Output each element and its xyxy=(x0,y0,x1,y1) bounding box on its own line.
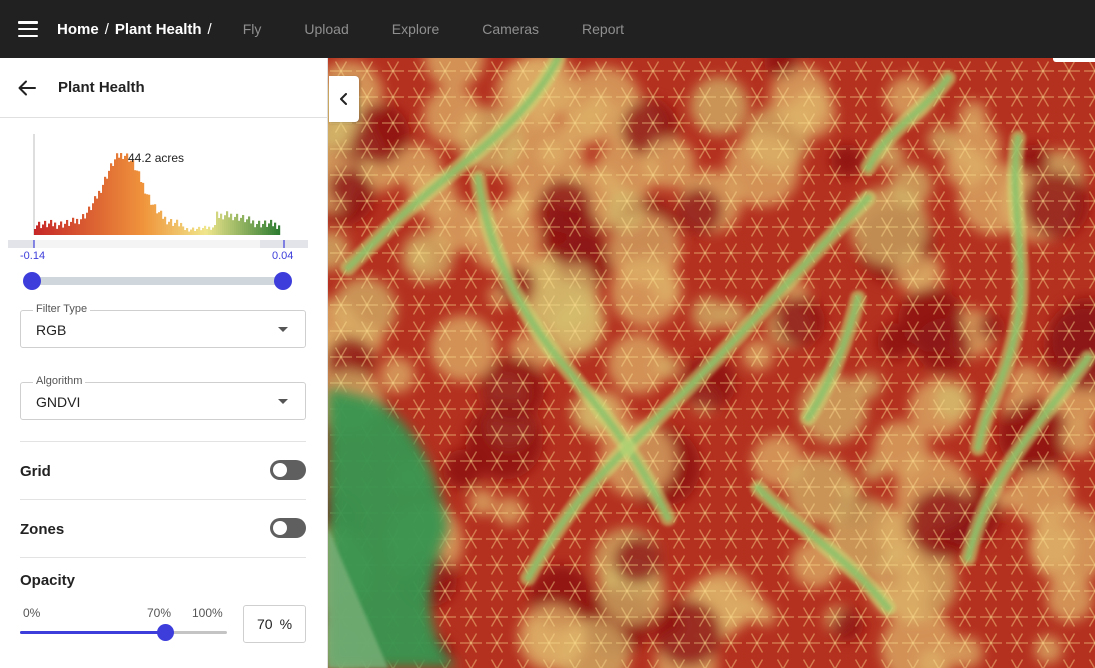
chevron-left-icon xyxy=(340,93,347,105)
nav-cameras[interactable]: Cameras xyxy=(482,21,539,37)
breadcrumb-home[interactable]: Home xyxy=(57,21,99,38)
filter-type-label: Filter Type xyxy=(33,303,91,315)
plant-health-panel: Plant Health 44.2 acres-0.100 -0.14 0.04… xyxy=(0,58,328,668)
plant-health-map[interactable] xyxy=(328,58,1095,668)
opacity-max-label: 100% xyxy=(192,606,223,620)
grid-toggle[interactable] xyxy=(270,460,306,480)
nav-explore[interactable]: Explore xyxy=(392,21,439,37)
filter-type-select[interactable]: Filter Type RGB xyxy=(20,303,306,348)
histogram-annotation: 44.2 acres xyxy=(128,151,184,165)
top-app-bar: Home / Plant Health / Fly Upload Explore… xyxy=(0,0,1095,58)
ndvi-raster-overlay xyxy=(328,58,1095,668)
algorithm-value: GNDVI xyxy=(36,394,81,410)
opacity-slider-fill xyxy=(20,631,165,634)
divider xyxy=(20,499,306,500)
histogram-chart: 44.2 acres-0.100 xyxy=(8,134,308,248)
zones-toggle[interactable] xyxy=(270,518,306,538)
main-nav: Fly Upload Explore Cameras Report xyxy=(243,21,667,37)
filter-type-value: RGB xyxy=(36,322,67,338)
nav-upload[interactable]: Upload xyxy=(304,21,348,37)
nav-fly[interactable]: Fly xyxy=(243,21,262,37)
zones-label: Zones xyxy=(20,521,65,538)
collapse-panel-button[interactable] xyxy=(329,76,359,122)
range-max-thumb[interactable] xyxy=(274,272,292,290)
breadcrumb-separator: / xyxy=(104,20,109,38)
breadcrumb-plant-health[interactable]: Plant Health xyxy=(115,21,202,38)
divider xyxy=(20,557,306,558)
grid-label: Grid xyxy=(20,463,51,480)
value-range-slider[interactable] xyxy=(23,272,292,290)
breadcrumb-separator: / xyxy=(207,20,212,38)
divider xyxy=(20,441,306,442)
opacity-label: Opacity xyxy=(20,572,76,589)
algorithm-select[interactable]: Algorithm GNDVI xyxy=(20,375,306,420)
map-corner-mark xyxy=(1053,58,1095,62)
caret-down-icon xyxy=(278,327,288,332)
opacity-input[interactable]: 70 % xyxy=(243,605,306,643)
opacity-unit: % xyxy=(279,616,293,632)
caret-down-icon xyxy=(278,399,288,404)
breadcrumb: Home / Plant Health / xyxy=(57,21,218,38)
nav-report[interactable]: Report xyxy=(582,21,624,37)
opacity-min-label: 0% xyxy=(23,606,41,620)
opacity-input-value: 70 xyxy=(256,616,273,632)
opacity-slider-thumb[interactable] xyxy=(156,624,174,641)
opacity-slider[interactable] xyxy=(20,624,227,641)
range-min-label: -0.14 xyxy=(20,250,46,262)
range-max-label: 0.04 xyxy=(272,250,294,262)
hamburger-menu-icon[interactable] xyxy=(18,21,38,37)
algorithm-label: Algorithm xyxy=(33,375,86,387)
range-min-thumb[interactable] xyxy=(23,272,41,290)
opacity-value-label: 70% xyxy=(147,606,172,620)
